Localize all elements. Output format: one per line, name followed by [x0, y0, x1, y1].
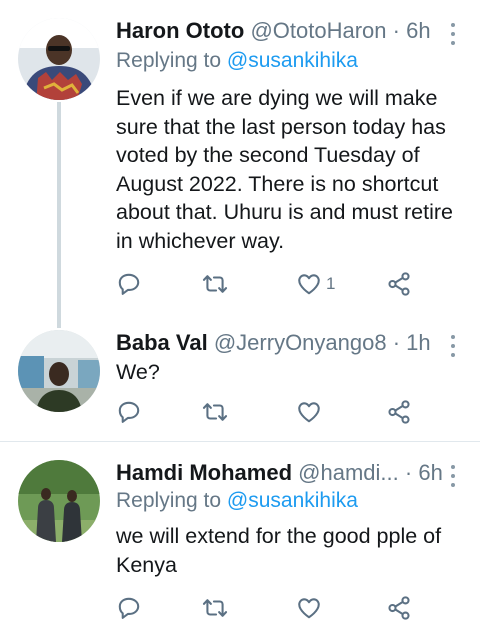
- reply-button[interactable]: [116, 394, 142, 430]
- timestamp[interactable]: 6h: [406, 18, 430, 43]
- display-name[interactable]: Haron Ototo: [116, 18, 244, 43]
- replying-to: Replying to @susankihika: [116, 488, 358, 514]
- user-handle[interactable]: @OtotoHaron: [250, 18, 386, 43]
- like-icon: [296, 595, 322, 621]
- reply-icon: [116, 595, 142, 621]
- retweet-icon: [202, 271, 228, 297]
- mention-link[interactable]: @susankihika: [227, 49, 358, 72]
- tweet[interactable]: Baba Val @JerryOnyango8 · 1h We?: [0, 322, 480, 440]
- separator-dot: ·: [392, 330, 401, 355]
- avatar[interactable]: [18, 460, 100, 542]
- retweet-button[interactable]: [202, 394, 228, 430]
- tweet-header: Hamdi Mohamed @hamdi... · 6h: [116, 460, 450, 486]
- tweet[interactable]: Haron Ototo @OtotoHaron · 6h Replying to…: [0, 0, 480, 328]
- share-icon: [386, 595, 412, 621]
- timestamp[interactable]: 1h: [406, 330, 430, 355]
- reply-icon: [116, 399, 142, 425]
- user-handle[interactable]: @JerryOnyango8: [214, 330, 387, 355]
- action-bar: [112, 394, 442, 430]
- tweet-text: we will extend for the good pple of Keny…: [116, 524, 442, 577]
- share-button[interactable]: [386, 590, 412, 626]
- tweet-text: Even if we are dying we will make sure t…: [116, 86, 454, 253]
- replying-to-label: Replying to: [116, 489, 222, 512]
- separator-dot: ·: [404, 460, 413, 485]
- more-options-icon[interactable]: [450, 465, 456, 492]
- retweet-icon: [202, 595, 228, 621]
- retweet-button[interactable]: [202, 590, 228, 626]
- share-button[interactable]: [386, 266, 412, 302]
- share-icon: [386, 399, 412, 425]
- display-name[interactable]: Baba Val: [116, 330, 208, 355]
- more-options-icon[interactable]: [450, 23, 456, 50]
- replying-to: Replying to @susankihika: [116, 48, 358, 74]
- avatar[interactable]: [18, 330, 100, 412]
- tweet-header: Haron Ototo @OtotoHaron · 6h: [116, 18, 450, 44]
- display-name[interactable]: Hamdi Mohamed: [116, 460, 292, 485]
- avatar[interactable]: [18, 18, 100, 100]
- action-bar: 1: [112, 266, 442, 302]
- tweet-header: Baba Val @JerryOnyango8 · 1h: [116, 330, 450, 356]
- like-button[interactable]: 1: [296, 266, 335, 302]
- reply-button[interactable]: [116, 266, 142, 302]
- action-bar: [112, 590, 442, 626]
- user-handle[interactable]: @hamdi...: [298, 460, 399, 485]
- reply-button[interactable]: [116, 590, 142, 626]
- separator-dot: ·: [392, 18, 400, 43]
- like-button[interactable]: [296, 394, 322, 430]
- thread-line: [57, 102, 61, 328]
- timestamp[interactable]: 6h: [418, 460, 442, 485]
- mention-link[interactable]: @susankihika: [227, 489, 358, 512]
- tweet-text: We?: [116, 360, 160, 384]
- like-button[interactable]: [296, 590, 322, 626]
- tweet[interactable]: Hamdi Mohamed @hamdi... · 6h Replying to…: [0, 442, 480, 608]
- replying-to-label: Replying to: [116, 49, 222, 72]
- retweet-icon: [202, 399, 228, 425]
- like-icon: [296, 399, 322, 425]
- retweet-button[interactable]: [202, 266, 228, 302]
- share-icon: [386, 271, 412, 297]
- share-button[interactable]: [386, 394, 412, 430]
- reply-icon: [116, 271, 142, 297]
- like-count: 1: [326, 274, 336, 293]
- like-icon: [296, 271, 322, 297]
